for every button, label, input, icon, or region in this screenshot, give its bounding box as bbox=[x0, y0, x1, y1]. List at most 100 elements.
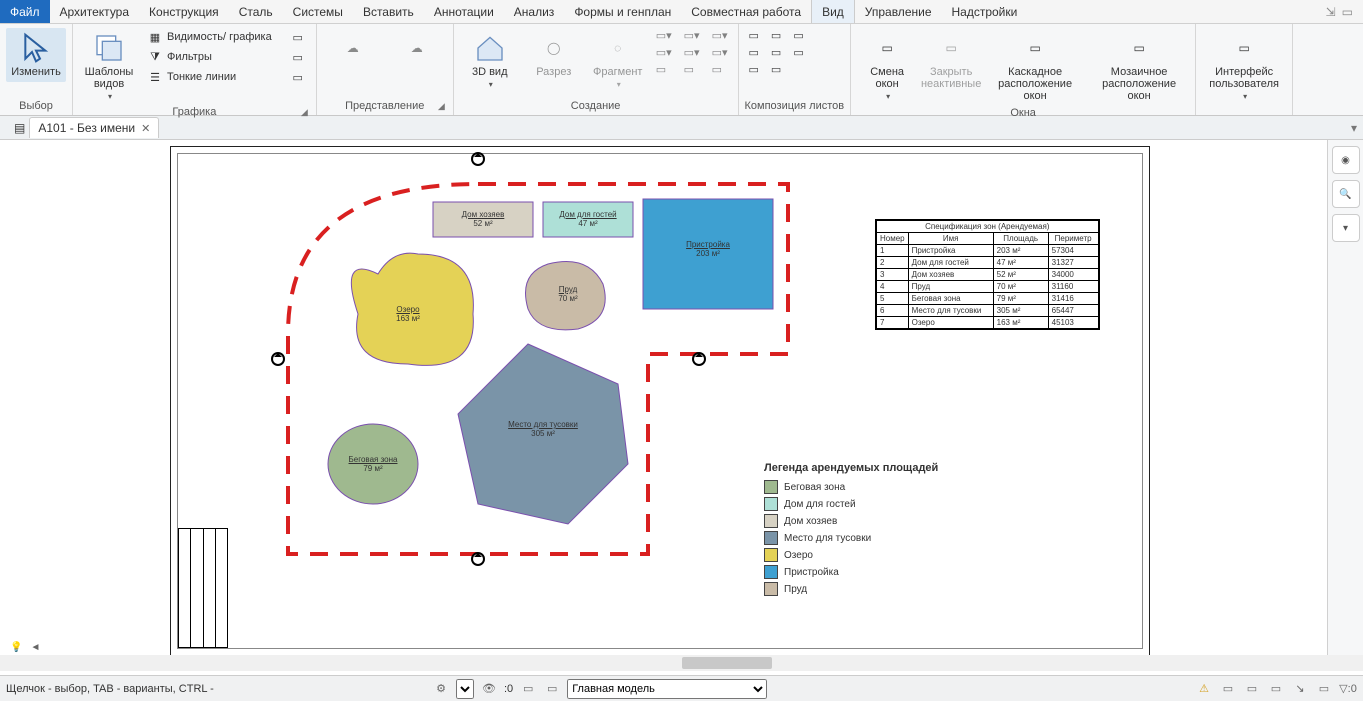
zoom-region-icon[interactable]: 🔍 bbox=[1332, 180, 1360, 208]
status-r1-icon[interactable]: ▭ bbox=[1219, 680, 1237, 698]
legend-item: Дом для гостей bbox=[764, 497, 938, 511]
menu-insert[interactable]: Вставить bbox=[353, 0, 424, 23]
render-cloud-button[interactable]: ☁ bbox=[387, 28, 447, 70]
schedule-row[interactable]: 2Дом для гостей47 м²31327 bbox=[877, 257, 1099, 269]
menu-file[interactable]: Файл bbox=[0, 0, 50, 23]
filter-icon: ⧩ bbox=[147, 49, 163, 65]
sheet-b6[interactable]: ▭ bbox=[767, 62, 785, 77]
schedule-row[interactable]: 4Пруд70 м²31160 bbox=[877, 281, 1099, 293]
legend-label: Озеро bbox=[784, 550, 813, 561]
create-s4[interactable]: ▭▾ bbox=[680, 28, 704, 43]
presentation-dialog-launcher[interactable]: ◢ bbox=[438, 101, 445, 112]
status-r3-icon[interactable]: ▭ bbox=[1267, 680, 1285, 698]
drawing-canvas[interactable]: Дом хозяев52 м² Дом для гостей47 м² Прис… bbox=[0, 140, 1347, 655]
move-icon[interactable]: ⇲ bbox=[1326, 5, 1336, 19]
menu-massing[interactable]: Формы и генплан bbox=[564, 0, 681, 23]
nav-more-icon[interactable]: ▾ bbox=[1332, 214, 1360, 242]
switch-windows-button[interactable]: ▭Смена окон▾ bbox=[857, 28, 917, 105]
area-label-dom-gostei: Дом для гостей47 м² bbox=[559, 210, 616, 228]
document-tab[interactable]: A101 - Без имени ✕ bbox=[29, 117, 159, 138]
status-r2-icon[interactable]: ▭ bbox=[1243, 680, 1261, 698]
status-scale-icon[interactable]: 👁 bbox=[480, 680, 498, 698]
sheet-b4[interactable]: ▭ bbox=[767, 28, 785, 43]
view-templates-button[interactable]: Шаблоны видов ▾ bbox=[79, 28, 139, 105]
legend-swatch bbox=[764, 565, 778, 579]
callout-button[interactable]: ◌Фрагмент▾ bbox=[588, 28, 648, 93]
titleblock bbox=[178, 528, 228, 648]
menu-manage[interactable]: Управление bbox=[855, 0, 942, 23]
menu-annotate[interactable]: Аннотации bbox=[424, 0, 504, 23]
schedule-row[interactable]: 3Дом хозяев52 м²34000 bbox=[877, 269, 1099, 281]
user-interface-button[interactable]: ▭Интерфейс пользователя▾ bbox=[1202, 28, 1286, 105]
tab-overflow-icon[interactable]: ▾ bbox=[1345, 121, 1363, 135]
close-tab-icon[interactable]: ✕ bbox=[141, 122, 150, 135]
tile-button[interactable]: ▭Мозаичное расположение окон bbox=[1089, 28, 1189, 106]
section-button[interactable]: ◯Разрез bbox=[524, 28, 584, 82]
status-warn-icon[interactable]: ⚠ bbox=[1195, 680, 1213, 698]
ribbon-group-ui-title bbox=[1202, 111, 1286, 113]
model-combo[interactable]: Главная модель bbox=[567, 679, 767, 699]
status-r4-icon[interactable]: ↘ bbox=[1291, 680, 1309, 698]
sheet-b3[interactable]: ▭ bbox=[745, 62, 763, 77]
legend-item: Беговая зона bbox=[764, 480, 938, 494]
create-s2[interactable]: ▭▾ bbox=[652, 45, 676, 60]
lightbulb-icon[interactable]: 💡 bbox=[10, 642, 22, 653]
thin-lines-button[interactable]: ☰Тонкие линии bbox=[143, 68, 276, 86]
menu-collab[interactable]: Совместная работа bbox=[681, 0, 811, 23]
menu-view[interactable]: Вид bbox=[811, 0, 855, 23]
status-icon-3[interactable]: ▭ bbox=[543, 680, 561, 698]
section-icon: ◯ bbox=[538, 32, 570, 64]
sheet-b8[interactable]: ▭ bbox=[789, 45, 807, 60]
render-button[interactable]: ☁ bbox=[323, 28, 383, 70]
legend-label: Беговая зона bbox=[784, 482, 845, 493]
nav-wheel-icon[interactable]: ◉ bbox=[1332, 146, 1360, 174]
ribbon-group-ui: ▭Интерфейс пользователя▾ bbox=[1196, 24, 1293, 115]
graphics-extra-2[interactable]: ▭ bbox=[286, 48, 310, 66]
scrollbar-thumb[interactable] bbox=[682, 657, 772, 669]
area-label-prud: Пруд70 м² bbox=[558, 285, 577, 303]
schedule-header-area: Площадь bbox=[993, 233, 1048, 245]
sheet-b1[interactable]: ▭ bbox=[745, 28, 763, 43]
graphics-dialog-launcher[interactable]: ◢ bbox=[301, 107, 308, 118]
status-filter-icon[interactable]: ▽:0 bbox=[1339, 680, 1357, 698]
status-icon-1[interactable]: ⚙ bbox=[432, 680, 450, 698]
filters-button[interactable]: ⧩Фильтры bbox=[143, 48, 276, 66]
menu-structure[interactable]: Конструкция bbox=[139, 0, 229, 23]
schedule-row[interactable]: 1Пристройка203 м²57304 bbox=[877, 245, 1099, 257]
sheet-b2[interactable]: ▭ bbox=[745, 45, 763, 60]
legend-label: Дом для гостей bbox=[784, 499, 856, 510]
3d-view-button[interactable]: 3D вид▾ bbox=[460, 28, 520, 93]
schedule-row[interactable]: 5Беговая зона79 м²31416 bbox=[877, 293, 1099, 305]
status-icon-2[interactable]: ▭ bbox=[519, 680, 537, 698]
legend-view[interactable]: Легенда арендуемых площадей Беговая зона… bbox=[764, 462, 938, 599]
sheet-b5[interactable]: ▭ bbox=[767, 45, 785, 60]
vc-arrow-icon[interactable]: ◄ bbox=[30, 642, 40, 653]
visibility-graphics-button[interactable]: ▦Видимость/ графика bbox=[143, 28, 276, 46]
graphics-extra-3[interactable]: ▭ bbox=[286, 68, 310, 86]
schedule-row[interactable]: 7Озеро163 м²45103 bbox=[877, 317, 1099, 329]
create-s5[interactable]: ▭▾ bbox=[680, 45, 704, 60]
create-s7[interactable]: ▭▾ bbox=[708, 28, 732, 43]
area-label-tusovka: Место для тусовки305 м² bbox=[508, 420, 578, 438]
modify-button[interactable]: Изменить bbox=[6, 28, 66, 82]
menu-steel[interactable]: Сталь bbox=[229, 0, 283, 23]
create-s8[interactable]: ▭▾ bbox=[708, 45, 732, 60]
menu-systems[interactable]: Системы bbox=[283, 0, 353, 23]
schedule-view[interactable]: Спецификация зон (Арендуемая) Номер Имя … bbox=[875, 219, 1100, 330]
horizontal-scrollbar[interactable] bbox=[0, 655, 1363, 671]
create-s6[interactable]: ▭ bbox=[680, 62, 704, 77]
status-r5-icon[interactable]: ▭ bbox=[1315, 680, 1333, 698]
menu-analyze[interactable]: Анализ bbox=[504, 0, 565, 23]
schedule-row[interactable]: 6Место для тусовки305 м²65447 bbox=[877, 305, 1099, 317]
create-s3[interactable]: ▭ bbox=[652, 62, 676, 77]
create-s1[interactable]: ▭▾ bbox=[652, 28, 676, 43]
templates-icon bbox=[93, 32, 125, 64]
menu-architecture[interactable]: Архитектура bbox=[50, 0, 140, 23]
graphics-extra-1[interactable]: ▭ bbox=[286, 28, 310, 46]
thinlines-icon: ☰ bbox=[147, 69, 163, 85]
menu-addins[interactable]: Надстройки bbox=[942, 0, 1028, 23]
create-s9[interactable]: ▭ bbox=[708, 62, 732, 77]
sheet-b7[interactable]: ▭ bbox=[789, 28, 807, 43]
status-select-1[interactable] bbox=[456, 679, 474, 699]
cascade-button[interactable]: ▭Каскадное расположение окон bbox=[985, 28, 1085, 106]
